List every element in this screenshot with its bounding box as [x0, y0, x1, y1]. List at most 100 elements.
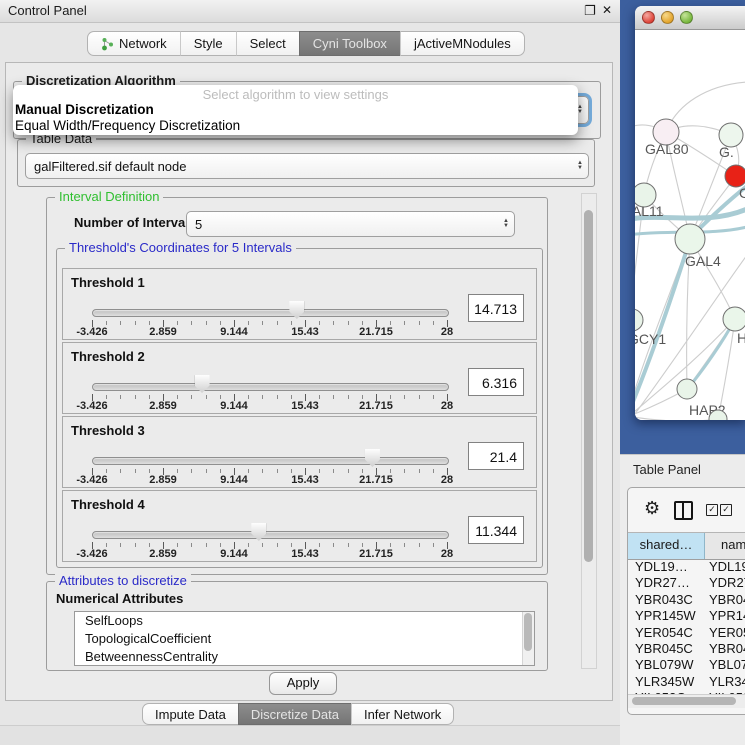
table-row[interactable]: YBR043CYBR043C [628, 592, 745, 608]
tab-label: Cyni Toolbox [313, 36, 387, 51]
attribute-item-betweennesscentrality[interactable]: BetweennessCentrality [75, 648, 534, 666]
tab-select[interactable]: Select [236, 31, 299, 56]
tick-mark [277, 321, 278, 325]
tab-cyni-toolbox[interactable]: Cyni Toolbox [299, 31, 400, 56]
network-view-window[interactable]: GAL80G.CGAL11GAL4GCY1HHAP2 [635, 6, 745, 420]
select-columns-checkbox-icon[interactable]: ✓ [706, 504, 718, 516]
cell-shared-name[interactable]: YER054C [628, 625, 705, 641]
network-node-hap2[interactable] [677, 379, 697, 399]
cell-shared-name[interactable]: YLR345W [628, 674, 705, 690]
tab-style[interactable]: Style [180, 31, 236, 56]
tick-label: 21.715 [359, 326, 393, 338]
threshold-label: Threshold 2 [71, 349, 145, 364]
tick-mark [419, 321, 420, 325]
tick-label: 28 [441, 326, 453, 338]
cell-shared-name[interactable]: YPR145W [628, 608, 705, 624]
network-canvas[interactable]: GAL80G.CGAL11GAL4GCY1HHAP2 [635, 30, 745, 420]
attribute-item-selfloops[interactable]: SelfLoops [75, 612, 534, 630]
node-label: GAL11 [635, 203, 664, 219]
minimize-window-icon[interactable] [661, 11, 674, 24]
settings-gear-icon[interactable]: ⚙ [644, 498, 660, 518]
cell-shared-name[interactable]: YDL19… [628, 559, 705, 575]
cell-name[interactable]: YPR145W [705, 608, 745, 624]
scrollbar-thumb[interactable] [524, 613, 532, 651]
cell-name[interactable]: YBR045C [705, 641, 745, 657]
tab-network[interactable]: Network [87, 31, 180, 56]
table-row[interactable]: YBR045CYBR045C [628, 641, 745, 657]
threshold-value-field[interactable]: 11.344 [468, 516, 524, 544]
tick-mark [206, 469, 207, 473]
threshold-value-field[interactable]: 21.4 [468, 442, 524, 470]
tick-mark [106, 469, 107, 473]
threshold-value-field[interactable]: 14.713 [468, 294, 524, 322]
tick-label: 15.43 [291, 474, 319, 486]
threshold-label: Threshold 4 [71, 497, 145, 512]
table-row[interactable]: YPR145WYPR145W [628, 608, 745, 624]
network-node-c[interactable] [725, 165, 745, 187]
scrollbar-thumb[interactable] [632, 697, 736, 705]
threshold-box-4: Threshold 4-3.4262.8599.14415.4321.71528… [62, 490, 537, 562]
cell-shared-name[interactable]: YBL079W [628, 657, 705, 673]
close-window-icon[interactable] [642, 11, 655, 24]
apply-button[interactable]: Apply [269, 672, 337, 695]
tab-discretize-data[interactable]: Discretize Data [238, 703, 351, 725]
tick-mark [149, 321, 150, 325]
tab-label: Network [119, 36, 167, 51]
cell-name[interactable]: YER054C [705, 625, 745, 641]
tab-impute-data[interactable]: Impute Data [142, 703, 238, 725]
tick-mark [191, 543, 192, 547]
tab-label: Infer Network [364, 707, 441, 722]
screen: Control Panel ❐ ✕ NetworkStyleSelectCyni… [0, 0, 745, 745]
network-node-gal4[interactable] [675, 224, 705, 254]
select-columns-checkbox-icon[interactable]: ✓ [720, 504, 732, 516]
combo-arrows-icon: ▲▼ [498, 219, 514, 229]
table-row[interactable]: YBL079WYBL079W [628, 657, 745, 673]
cell-name[interactable]: YBL079W [705, 657, 745, 673]
slider-track[interactable] [92, 383, 449, 391]
float-window-icon[interactable]: ❐ [584, 3, 596, 18]
panel-vertical-scrollbar[interactable] [581, 193, 597, 669]
tick-mark [106, 543, 107, 547]
tick-label: 9.144 [220, 326, 248, 338]
cell-shared-name[interactable]: YBR043C [628, 592, 705, 608]
table-row[interactable]: YLR345WYLR345W [628, 674, 745, 690]
close-panel-icon[interactable]: ✕ [602, 3, 612, 18]
slider-track[interactable] [92, 531, 449, 539]
split-columns-icon[interactable] [674, 501, 693, 520]
cell-name[interactable]: YLR345W [705, 674, 745, 690]
popup-item-manual-discretization[interactable]: Manual Discretization [13, 102, 578, 118]
tab-infer-network[interactable]: Infer Network [351, 703, 454, 725]
numerical-attributes-list[interactable]: SelfLoopsTopologicalCoefficientBetweenne… [74, 611, 535, 666]
cell-name[interactable]: YDR27… [705, 575, 745, 591]
slider-track[interactable] [92, 457, 449, 465]
table-toolbar: ⚙ ✓ ✓ [628, 488, 745, 532]
network-window-titlebar [635, 6, 745, 30]
tab-jactivemnodules[interactable]: jActiveMNodules [400, 31, 525, 56]
thresholds-group-title: Threshold's Coordinates for 5 Intervals [65, 240, 296, 255]
tick-mark [390, 321, 391, 325]
cell-shared-name[interactable]: YDR27… [628, 575, 705, 591]
cell-name[interactable]: YDL19… [705, 559, 745, 575]
table-data-select[interactable]: galFiltered.sif default node ▲▼ [25, 153, 589, 179]
network-node-h[interactable] [723, 307, 745, 331]
scrollbar-thumb[interactable] [584, 210, 593, 562]
column-header-name[interactable]: name [705, 533, 745, 559]
tick-mark [191, 395, 192, 399]
table-row[interactable]: YDR27…YDR27… [628, 575, 745, 591]
table-row[interactable]: YER054CYER054C [628, 625, 745, 641]
attribute-item-topologicalcoefficient[interactable]: TopologicalCoefficient [75, 630, 534, 648]
threshold-value-field[interactable]: 6.316 [468, 368, 524, 396]
cell-shared-name[interactable]: YBR045C [628, 641, 705, 657]
zoom-window-icon[interactable] [680, 11, 693, 24]
tick-label: 21.715 [359, 400, 393, 412]
popup-item-equal-width-frequency-discretization[interactable]: Equal Width/Frequency Discretization [13, 118, 578, 134]
slider-track[interactable] [92, 309, 449, 317]
tick-mark [220, 321, 221, 325]
cell-name[interactable]: YBR043C [705, 592, 745, 608]
table-horizontal-scrollbar[interactable] [628, 694, 745, 708]
attributes-list-scrollbar[interactable] [522, 612, 534, 665]
table-row[interactable]: YDL19…YDL19… [628, 559, 745, 575]
number-of-intervals-select[interactable]: 5 ▲▼ [186, 211, 515, 237]
network-node-gcy1[interactable] [635, 309, 643, 331]
column-header-shared[interactable]: shared… [628, 533, 705, 559]
